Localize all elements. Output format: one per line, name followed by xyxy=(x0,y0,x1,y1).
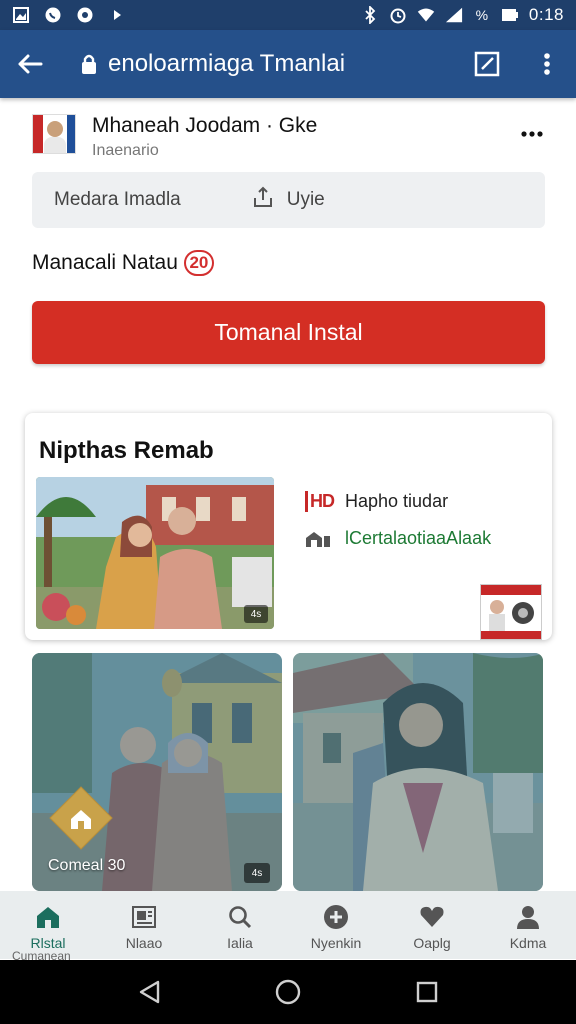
field-left-text: Medara Imadla xyxy=(54,189,181,210)
card-meta-hd: HD Hapho tiudar xyxy=(305,491,448,512)
field-right-text: Uyie xyxy=(286,189,325,210)
clock: 0:18 xyxy=(528,5,564,24)
nav-label: Oaplg xyxy=(413,935,451,951)
photo-duration-badge: 4s xyxy=(244,605,268,623)
card-meta-link[interactable]: lCertalaotiaaAlaak xyxy=(305,528,491,549)
media-tile[interactable]: Comeal 30 4s xyxy=(32,653,282,891)
status-bar: % 0:18 xyxy=(0,0,576,30)
lock-icon xyxy=(80,53,98,75)
recents-square-icon[interactable] xyxy=(407,972,447,1012)
profile-row[interactable]: Mhaneah Joodam · Gke Inaenario xyxy=(32,114,552,164)
info-field[interactable]: Medara Imadla Uyie xyxy=(32,172,545,228)
edit-square-icon[interactable] xyxy=(472,49,502,79)
tile-duration-badge: 4s xyxy=(244,863,270,883)
nav-item-news[interactable]: Nlaao xyxy=(96,891,192,959)
hd-icon: HD xyxy=(305,491,335,512)
profile-name: Mhaneah Joodam · Gke xyxy=(92,114,318,137)
thumbnail-image[interactable] xyxy=(480,584,542,640)
install-button[interactable]: Tomanal Instal xyxy=(32,301,545,364)
play-icon xyxy=(108,6,126,24)
feature-card[interactable]: Nipthas Remab 4s HD Hapho tiudar lCertal… xyxy=(25,413,552,640)
nav-item-home[interactable]: Rlstal Cumanean xyxy=(0,891,96,963)
bottom-nav: Rlstal Cumanean Nlaao Ialia Nyenkin Oapl… xyxy=(0,891,576,963)
back-arrow-icon[interactable] xyxy=(14,48,46,80)
add-circle-icon xyxy=(321,903,351,931)
nav-label: Nlaao xyxy=(125,935,163,951)
meta-1-text: Hapho tiudar xyxy=(345,491,449,511)
gallery-icon xyxy=(12,6,30,24)
url-text[interactable]: enoloarmiaga Tmanlai xyxy=(108,50,345,78)
battery-icon xyxy=(501,6,519,24)
section-label: Manacali Natau 20 xyxy=(32,250,214,276)
home-circle-icon[interactable] xyxy=(268,972,308,1012)
section-label-text: Manacali Natau xyxy=(32,251,178,274)
news-icon xyxy=(129,903,159,931)
bluetooth-icon xyxy=(361,6,379,24)
alarm-icon xyxy=(389,6,407,24)
card-title: Nipthas Remab xyxy=(39,437,214,464)
share-icon[interactable] xyxy=(253,186,273,214)
nav-label: Ialia xyxy=(227,935,253,951)
app-bar: enoloarmiaga Tmanlai xyxy=(0,30,576,98)
card-photo[interactable]: 4s xyxy=(36,477,274,629)
nav-item-search[interactable]: Ialia xyxy=(192,891,288,959)
heart-icon xyxy=(417,903,447,931)
system-nav-bar xyxy=(0,960,576,1024)
house-icon xyxy=(305,529,335,549)
avatar[interactable] xyxy=(32,114,76,154)
circle-icon xyxy=(76,6,94,24)
wifi-icon xyxy=(417,6,435,24)
back-triangle-icon[interactable] xyxy=(129,972,169,1012)
meta-2-text: lCertalaotiaaAlaak xyxy=(345,528,492,548)
nav-item-profile[interactable]: Kdma xyxy=(480,891,576,959)
nav-item-favorites[interactable]: Oaplg xyxy=(384,891,480,959)
whatsapp-icon xyxy=(44,6,62,24)
home-badge-icon[interactable] xyxy=(48,785,114,851)
nav-label: Nyenkin xyxy=(310,935,362,951)
tile-label: Comeal 30 xyxy=(48,857,126,874)
nav-label: Kdma xyxy=(509,935,547,951)
more-vert-icon[interactable] xyxy=(532,49,562,79)
search-icon xyxy=(225,903,255,931)
profile-subtitle: Inaenario xyxy=(92,142,159,159)
media-tile[interactable] xyxy=(293,653,543,891)
more-horiz-icon[interactable] xyxy=(518,120,546,148)
install-button-label: Tomanal Instal xyxy=(214,319,363,345)
signal-icon xyxy=(445,6,463,24)
nav-item-add[interactable]: Nyenkin xyxy=(288,891,384,959)
home-icon xyxy=(33,903,63,931)
person-icon xyxy=(513,903,543,931)
percent-icon: % xyxy=(475,7,489,23)
count-badge: 20 xyxy=(183,250,214,276)
